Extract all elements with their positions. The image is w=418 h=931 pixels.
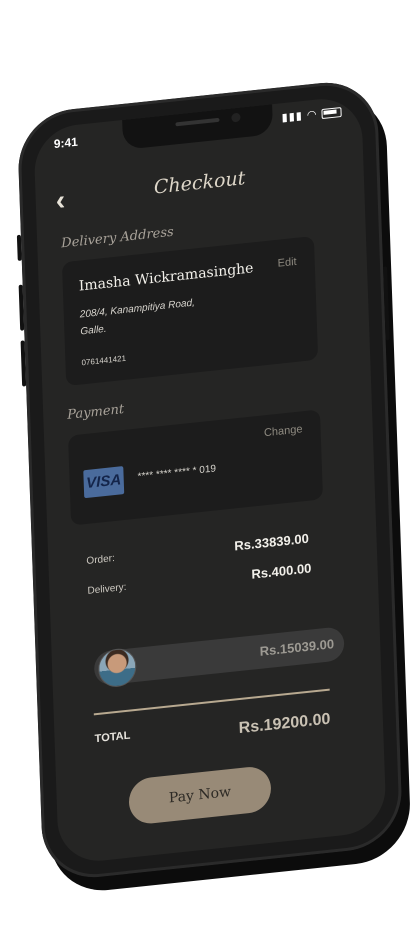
delivery-fee-value: Rs.400.00: [251, 560, 312, 582]
delivery-fee-label: Delivery:: [87, 581, 127, 597]
volume-up-button: [18, 284, 25, 331]
home-indicator[interactable]: [153, 854, 260, 866]
edit-address-link[interactable]: Edit: [277, 256, 296, 270]
pay-now-button[interactable]: Pay Now: [128, 764, 272, 826]
power-button: [383, 266, 390, 341]
delivery-address-label: Delivery Address: [61, 224, 174, 252]
speaker: [175, 117, 220, 127]
mute-switch: [16, 234, 22, 262]
total-label: TOTAL: [94, 729, 131, 746]
signal-icon: ▮▮▮: [281, 110, 304, 125]
phone-frame: 9:41 ▮▮▮ ◠ ‹ Checkout Delivery Address I…: [16, 77, 404, 883]
battery-icon: [321, 107, 342, 120]
status-time: 9:41: [53, 134, 79, 152]
notch: [122, 104, 274, 150]
camera: [231, 112, 241, 123]
payment-label: Payment: [67, 401, 125, 423]
slider-value: Rs.15039.00: [259, 636, 335, 659]
divider: [93, 688, 330, 716]
wifi-icon: ◠: [306, 108, 318, 122]
screen: 9:41 ▮▮▮ ◠ ‹ Checkout Delivery Address I…: [33, 94, 387, 866]
order-label: Order:: [86, 553, 115, 567]
volume-down-button: [20, 340, 27, 387]
address-text: 208/4, Kanampitiya Road, Galle.: [80, 295, 196, 341]
total-value: Rs.19200.00: [238, 710, 331, 738]
visa-logo: VISA: [83, 466, 125, 499]
change-payment-link[interactable]: Change: [264, 423, 303, 439]
payment-card: Change VISA **** **** **** * 019: [68, 409, 324, 526]
recipient-name: Imasha Wickramasinghe: [78, 260, 254, 295]
order-value: Rs.33839.00: [234, 530, 310, 554]
page-title: Checkout: [153, 167, 246, 199]
delivery-address-card: Imasha Wickramasinghe Edit 208/4, Kanamp…: [61, 235, 319, 387]
status-icons: ▮▮▮ ◠: [281, 105, 342, 125]
card-number: **** **** **** * 019: [137, 463, 217, 483]
phone-number: 0761441421: [81, 353, 127, 368]
